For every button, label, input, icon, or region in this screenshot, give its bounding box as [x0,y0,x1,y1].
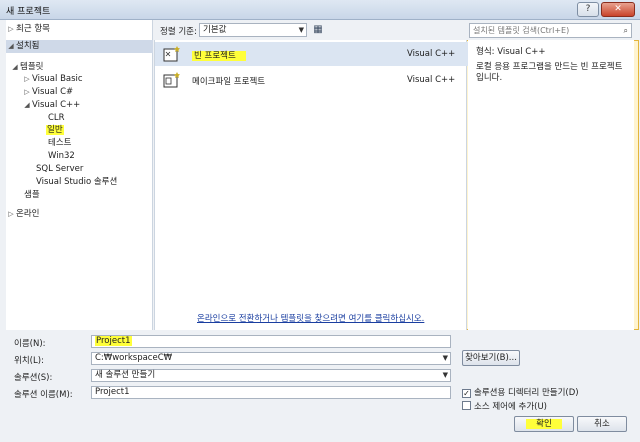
sort-label: 정렬 기준: [160,27,197,37]
solution-select[interactable]: 새 솔루션 만들기 ▼ [91,369,451,382]
template-language: Visual C++ [407,49,456,59]
title-bar: 새 프로젝트 ? ✕ [0,0,640,20]
checkmark-icon[interactable]: ✓ [462,389,471,398]
template-language: Visual C++ [407,75,456,85]
cancel-button[interactable]: 취소 [577,416,627,432]
tree-item-test[interactable]: 테스트 [6,137,153,150]
tree-item-visual-basic[interactable]: ▷ Visual Basic [6,73,153,86]
collapse-arrow-icon[interactable]: ◢ [22,99,32,112]
create-directory-checkbox[interactable]: ✓ 솔루션용 디렉터리 만들기(D) [462,386,579,398]
tree-item-visual-cpp[interactable]: ◢ Visual C++ [6,99,153,112]
template-item-empty-project[interactable]: 빈 프로젝트 Visual C++ [155,42,468,66]
source-control-checkbox[interactable]: 소스 제어에 추가(U) [462,400,547,412]
tree-item-sql-server[interactable]: SQL Server [6,163,153,176]
tree-item-recent[interactable]: ▷ 최근 항목 [6,23,153,36]
checkbox-empty-icon[interactable] [462,401,471,410]
tree-item-installed[interactable]: ◢ 설치됨 [6,40,153,53]
window-title: 새 프로젝트 [6,7,51,17]
ok-button[interactable]: 확인 [514,416,574,432]
tree-item-samples[interactable]: 샘플 [6,189,153,202]
solution-label: 솔루션(S): [14,373,53,383]
template-name: 메이크파일 프로젝트 [192,77,266,87]
template-details: 형식: Visual C++ 로컬 응용 프로그램을 만드는 빈 프로젝트입니다… [468,40,634,330]
search-icon: ⌕ [623,26,628,35]
template-toolbar: 정렬 기준: 기본값 ▼ ▦ ☰ [154,20,639,330]
tree-item-online[interactable]: ▷ 온라인 [6,208,153,221]
chevron-down-icon: ▼ [298,26,304,34]
expand-arrow-icon[interactable]: ▷ [22,86,32,99]
template-search-input[interactable]: 설치된 템플릿 검색(Ctrl+E) ⌕ [469,23,632,38]
template-list: 빈 프로젝트 Visual C++ 메이크파일 프로젝트 Visual C++ … [154,40,468,330]
template-tree: ▷ 최근 항목 ◢ 설치됨 ◢ 템플릿 ▷ Visual Basic ▷ Visual C… [6,20,153,330]
tree-item-visual-csharp[interactable]: ▷ Visual C# [6,86,153,99]
location-label: 위치(L): [14,356,44,366]
collapse-arrow-icon[interactable]: ◢ [6,40,16,53]
sort-select[interactable]: 기본값 ▼ [199,23,307,37]
location-input[interactable]: C:₩workspaceC₩ ▼ [91,352,451,365]
template-item-makefile-project[interactable]: 메이크파일 프로젝트 Visual C++ [155,68,468,92]
expand-arrow-icon[interactable]: ▷ [22,73,32,86]
template-description: 로컬 응용 프로그램을 만드는 빈 프로젝트입니다. [476,62,623,83]
online-templates-link[interactable]: 온라인으로 전환하거나 템플릿을 찾으려면 여기를 클릭하십시오. [197,312,424,324]
browse-button[interactable]: 찾아보기(B)... [462,350,520,366]
template-name: 빈 프로젝트 [192,51,246,61]
grid-view-icon[interactable]: ▦ [311,23,325,37]
makefile-project-icon [163,72,180,88]
tree-item-win32[interactable]: Win32 [6,150,153,163]
dialog-client: ▷ 최근 항목 ◢ 설치됨 ◢ 템플릿 ▷ Visual Basic ▷ Visual C… [0,20,640,442]
solution-name-input[interactable]: Project1 [91,386,451,399]
template-type: 형식: Visual C++ [476,47,546,57]
name-input[interactable]: Project1 [91,335,451,348]
tree-item-general[interactable]: 일반 [6,124,153,137]
name-label: 이름(N): [14,339,46,349]
tree-item-vs-solution[interactable]: Visual Studio 솔루션 [6,176,153,189]
expand-arrow-icon[interactable]: ▷ [6,23,16,36]
help-button[interactable]: ? [577,2,599,17]
expand-arrow-icon[interactable]: ▷ [6,208,16,221]
chevron-down-icon[interactable]: ▼ [443,370,448,381]
chevron-down-icon[interactable]: ▼ [443,353,448,364]
empty-project-icon [163,46,180,62]
close-button[interactable]: ✕ [601,2,635,17]
solution-name-label: 솔루션 이름(M): [14,390,73,400]
